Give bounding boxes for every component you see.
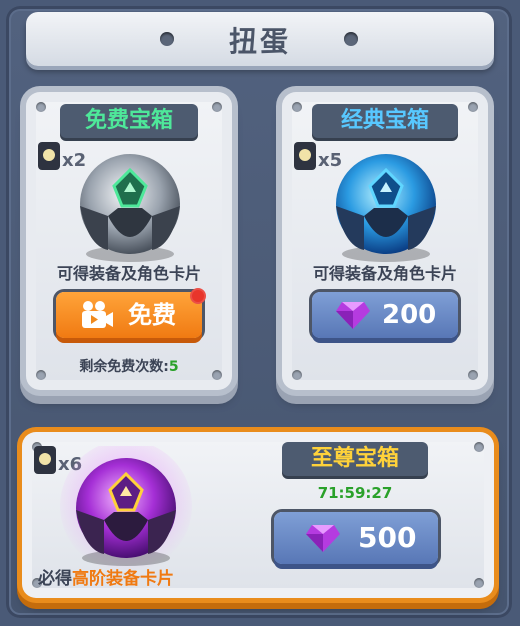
card-icon (38, 142, 60, 170)
free-remaining-value: 5 (168, 359, 179, 375)
rivet (468, 370, 478, 380)
title-bar: 扭蛋 (26, 12, 494, 66)
free-box-desc: 可得装备及角色卡片 (56, 264, 201, 283)
supreme-timer: 71:59:27 (317, 484, 393, 502)
classic-box-title-banner: 经典宝箱 (312, 104, 458, 138)
supreme-box-capsule-icon (60, 446, 192, 570)
supreme-desc-prefix: 必得 (38, 569, 72, 589)
rivet (474, 578, 484, 588)
rivet (474, 442, 484, 452)
page-title: 扭蛋 (228, 25, 291, 58)
rivet (292, 370, 302, 380)
card-icon (34, 446, 56, 474)
free-remaining-text: 剩余免费次数:5 (26, 356, 232, 376)
classic-box-desc: 可得装备及角色卡片 (312, 264, 457, 283)
classic-box-title: 经典宝箱 (340, 108, 429, 133)
classic-price: 200 (382, 300, 437, 330)
rivet (212, 102, 222, 112)
free-box-card[interactable]: 免费宝箱 x2 可得装备及角色卡片 免费 剩余免费次数:5 (26, 92, 232, 390)
free-open-button[interactable]: 免费 (56, 288, 206, 338)
rivet (468, 102, 478, 112)
supreme-desc-highlight: 高阶装备卡片 (72, 569, 174, 589)
supreme-price: 500 (358, 521, 417, 554)
card-icon (294, 142, 316, 170)
supreme-box-title: 至尊宝箱 (310, 446, 399, 471)
gem-icon (306, 525, 340, 552)
classic-buy-button[interactable]: 200 (312, 292, 458, 338)
free-box-title: 免费宝箱 (84, 108, 173, 133)
classic-box-card[interactable]: 经典宝箱 x5 可得装备及角色卡片 200 (282, 92, 488, 390)
supreme-box-card[interactable]: x6 必得高阶装备卡片 至尊宝箱 71:59:27 500 (22, 432, 494, 598)
rivet (292, 102, 302, 112)
free-open-button-label: 免费 (128, 301, 176, 329)
supreme-box-title-banner: 至尊宝箱 (282, 442, 428, 476)
supreme-box-desc: 必得高阶装备卡片 (38, 564, 174, 589)
free-box-capsule-icon (80, 154, 180, 262)
free-remaining-label: 剩余免费次数: (79, 359, 169, 375)
video-camera-icon (82, 301, 113, 328)
rivet (36, 102, 46, 112)
free-box-title-banner: 免费宝箱 (60, 104, 198, 138)
supreme-buy-button[interactable]: 500 (274, 512, 438, 564)
gem-icon (336, 302, 370, 329)
classic-box-capsule-icon (336, 154, 436, 262)
notification-dot (190, 288, 206, 304)
